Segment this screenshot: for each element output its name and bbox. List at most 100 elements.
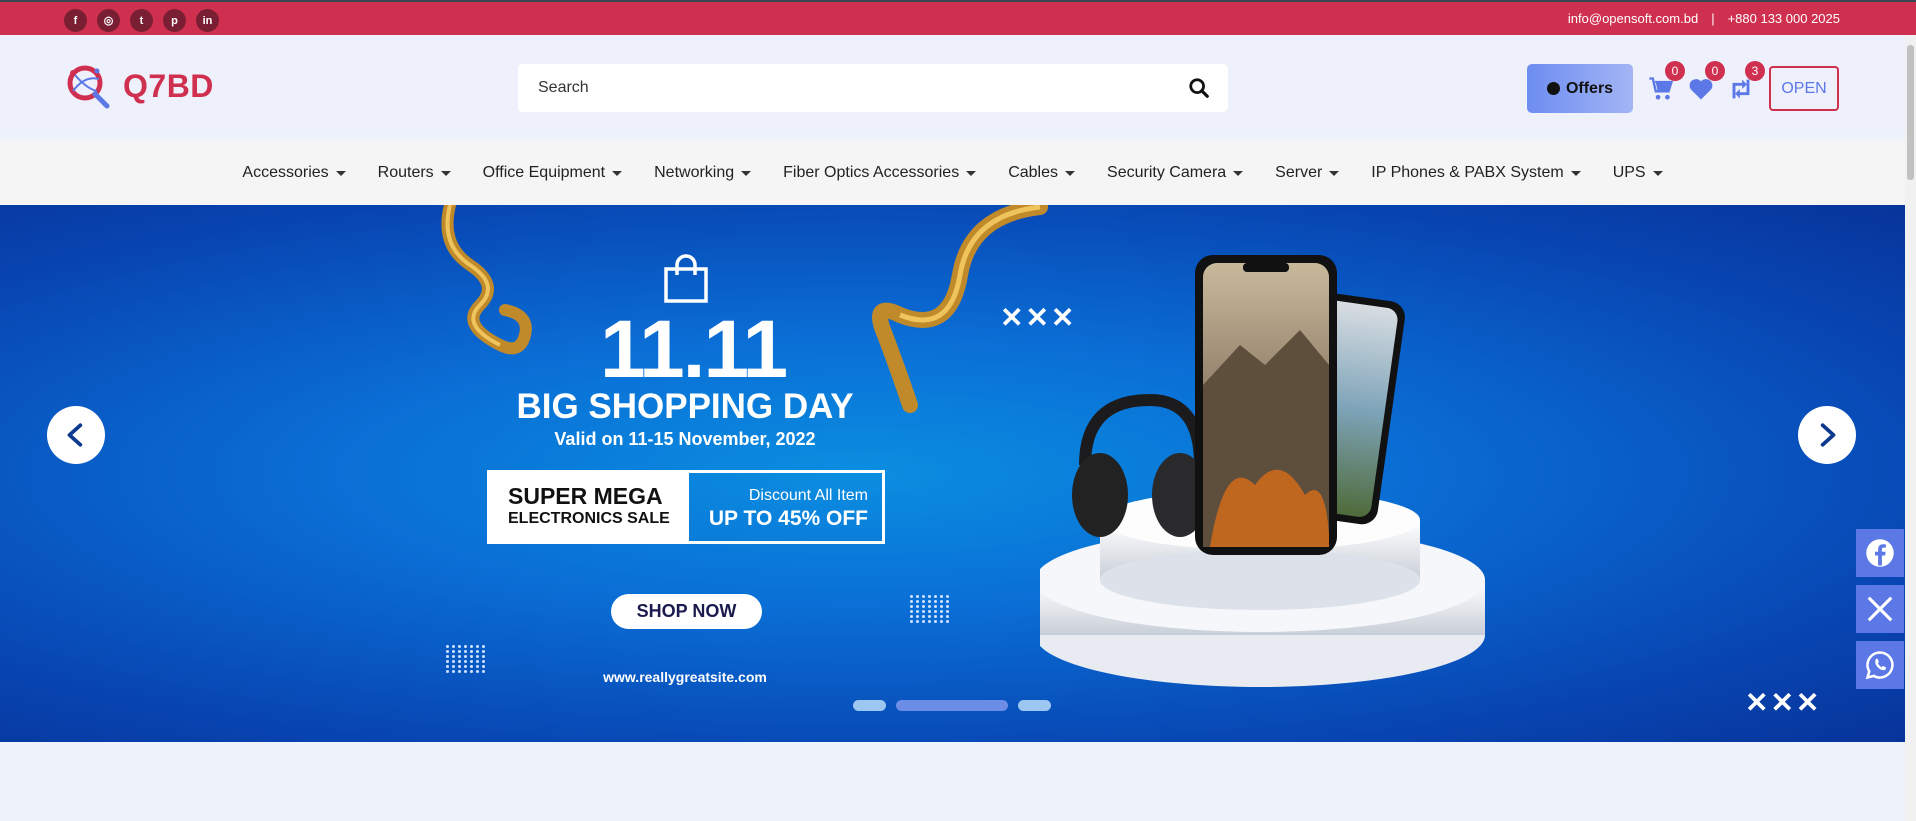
decor-dot	[470, 670, 473, 673]
decor-dot	[446, 655, 449, 658]
whatsapp-share-icon	[1865, 651, 1894, 680]
nav-item-routers[interactable]: Routers	[362, 164, 467, 182]
cart-count-badge: 0	[1665, 61, 1685, 81]
caret-down-icon	[335, 170, 346, 176]
twitter-icon[interactable]: t	[130, 9, 153, 32]
decor-dot	[934, 605, 937, 608]
nav-item-ip-phones[interactable]: IP Phones & PABX System	[1355, 164, 1596, 182]
nav-label: IP Phones & PABX System	[1371, 164, 1564, 181]
wishlist-button[interactable]: 0	[1687, 61, 1725, 103]
contact-email[interactable]: info@opensoft.com.bd	[1568, 11, 1698, 26]
nav-label: Networking	[654, 164, 735, 181]
hero-date: 11.11	[600, 304, 788, 395]
decor-dot	[452, 665, 455, 668]
decor-dot	[464, 660, 467, 663]
slide-indicator-1[interactable]	[853, 700, 886, 711]
caret-down-icon	[1065, 170, 1076, 176]
nav-item-accessories[interactable]: Accessories	[226, 164, 361, 182]
facebook-glyph: f	[73, 14, 78, 27]
decor-dot	[922, 615, 925, 618]
pinterest-icon[interactable]: p	[163, 9, 186, 32]
nav-item-office-equipment[interactable]: Office Equipment	[467, 164, 638, 182]
prev-slide-button[interactable]	[47, 406, 105, 464]
social-links: f ◎ t p in	[64, 9, 219, 32]
compare-button[interactable]: 3	[1727, 61, 1765, 103]
decor-dot	[476, 670, 479, 673]
decor-dot	[922, 600, 925, 603]
decor-dot	[470, 655, 473, 658]
decor-dot	[458, 650, 461, 653]
linkedin-glyph: in	[202, 14, 213, 27]
decor-dot	[446, 645, 449, 648]
decor-dot	[922, 620, 925, 623]
decor-dot	[916, 615, 919, 618]
facebook-icon[interactable]: f	[64, 9, 87, 32]
cart-button[interactable]: 0	[1647, 61, 1685, 103]
product-podium-image	[1040, 255, 1485, 687]
decor-dot	[946, 600, 949, 603]
decor-dot	[940, 605, 943, 608]
decor-dot	[482, 645, 485, 648]
decor-dot	[482, 665, 485, 668]
instagram-glyph: ◎	[103, 15, 114, 27]
twitter-glyph: t	[139, 14, 144, 27]
decor-dot	[940, 620, 943, 623]
decor-dot	[476, 655, 479, 658]
nav-item-server[interactable]: Server	[1259, 164, 1355, 182]
decor-dot	[910, 620, 913, 623]
open-button[interactable]: OPEN	[1769, 66, 1839, 111]
nav-label: Routers	[377, 164, 434, 181]
decor-dot	[470, 645, 473, 648]
decor-dot	[452, 650, 455, 653]
logo-text: Q7BD	[123, 67, 214, 104]
chevron-right-icon	[1820, 423, 1836, 447]
decor-dot	[922, 595, 925, 598]
facebook-share-button[interactable]	[1856, 529, 1904, 577]
page-scrollbar[interactable]	[1905, 35, 1916, 821]
nav-label: Server	[1275, 164, 1323, 181]
decor-dot	[464, 650, 467, 653]
logo-mark-icon	[67, 65, 110, 109]
facebook-share-icon	[1866, 539, 1894, 567]
whatsapp-share-button[interactable]	[1856, 641, 1904, 689]
search-input[interactable]	[538, 79, 1158, 97]
decor-dot	[482, 655, 485, 658]
next-slide-button[interactable]	[1798, 406, 1856, 464]
decor-dot	[916, 620, 919, 623]
search-icon[interactable]	[1188, 77, 1210, 99]
site-logo[interactable]: Q7BD	[63, 61, 214, 111]
nav-label: Office Equipment	[482, 164, 606, 181]
decor-x-marks-corner: ✕✕✕	[1745, 687, 1822, 718]
decor-dot	[446, 650, 449, 653]
nav-item-cables[interactable]: Cables	[992, 164, 1091, 182]
hero-site-url: www.reallygreatsite.com	[603, 669, 767, 685]
hero-slider[interactable]: 11.11 BIG SHOPPING DAY Valid on 11-15 No…	[0, 205, 1905, 742]
decor-dot	[470, 660, 473, 663]
x-share-button[interactable]	[1856, 585, 1904, 633]
caret-down-icon	[612, 170, 623, 176]
caret-down-icon	[1652, 170, 1663, 176]
nav-label: Fiber Optics Accessories	[783, 164, 960, 181]
promo-subheadline: ELECTRONICS SALE	[508, 510, 670, 527]
nav-item-fiber-optics[interactable]: Fiber Optics Accessories	[767, 164, 992, 182]
decor-dot	[464, 670, 467, 673]
instagram-icon[interactable]: ◎	[97, 9, 120, 32]
decor-dot	[464, 655, 467, 658]
caret-down-icon	[1329, 170, 1340, 176]
promo-headline: SUPER MEGA	[508, 483, 663, 509]
linkedin-icon[interactable]: in	[196, 9, 219, 32]
contact-separator: |	[1711, 11, 1715, 26]
offers-button[interactable]: Offers	[1527, 64, 1633, 113]
slide-indicator-3[interactable]	[1018, 700, 1051, 711]
decor-dot	[934, 610, 937, 613]
nav-item-ups[interactable]: UPS	[1597, 164, 1679, 182]
contact-phone[interactable]: +880 133 000 2025	[1728, 11, 1840, 26]
nav-label: Accessories	[242, 164, 329, 181]
wishlist-count-badge: 0	[1705, 61, 1725, 81]
scrollbar-thumb[interactable]	[1907, 45, 1914, 180]
slide-indicator-2[interactable]	[896, 700, 1008, 711]
shop-now-button[interactable]: SHOP NOW	[611, 594, 762, 629]
nav-item-networking[interactable]: Networking	[638, 164, 767, 182]
decor-dot	[916, 600, 919, 603]
nav-item-security-camera[interactable]: Security Camera	[1091, 164, 1259, 182]
